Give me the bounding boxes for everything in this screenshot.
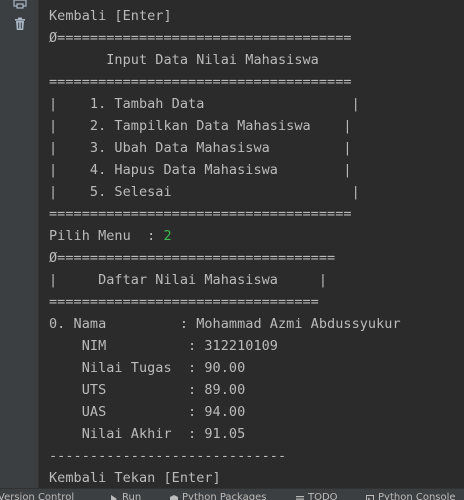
console-line: Nilai Tugas : 90.00 — [49, 357, 401, 379]
console-line: Kembali [Enter] — [49, 5, 401, 27]
console-line-text: Nilai Tugas : 90.00 — [49, 360, 246, 376]
console-line-text: ===================================== — [49, 74, 352, 90]
console-line: UAS : 94.00 — [49, 401, 401, 423]
tool-window-bar: Version Control Run Python Packages TODO… — [0, 488, 464, 500]
tab-label: TODO — [308, 492, 338, 500]
console-line-text: Nilai Akhir : 91.05 — [49, 426, 246, 442]
console-lines: Kembali [Enter] Ø========================… — [49, 5, 401, 489]
console-line-text: Input Data Nilai Mahasiswa — [49, 52, 319, 68]
console-line: | 1. Tambah Data | — [49, 93, 401, 115]
tab-todo[interactable]: TODO — [296, 490, 338, 500]
console-line-text: Kembali Tekan [Enter] — [49, 470, 221, 486]
console-line-text: Ø================================== — [49, 250, 336, 266]
console-line: | 2. Tampilkan Data Mahasiswa | — [49, 115, 401, 137]
console-line: ----------------------------- — [49, 445, 401, 467]
todo-icon — [296, 493, 304, 500]
console-line-text: Kembali [Enter] — [49, 8, 172, 24]
console-line: 0. Nama : Mohammad Azmi Abdussyukur — [49, 313, 401, 335]
console-line-text: ===================================== — [49, 206, 352, 222]
console-line: | 4. Hapus Data Mahasiswa | — [49, 159, 401, 181]
console-line-text: Ø==================================== — [49, 30, 352, 46]
tab-label: Python Packages — [182, 492, 267, 500]
console-line-text: ----------------------------- — [49, 448, 287, 464]
console-line-text: | 2. Tampilkan Data Mahasiswa | — [49, 118, 352, 134]
console-line-text: 0. Nama : Mohammad Azmi Abdussyukur — [49, 316, 401, 332]
run-console-output[interactable]: Kembali [Enter] Ø========================… — [39, 0, 464, 489]
python-console-icon — [366, 493, 374, 500]
console-line: | 3. Ubah Data Mahasiswa | — [49, 137, 401, 159]
tab-label: Run — [122, 492, 142, 500]
console-line: Ø================================== — [49, 247, 401, 269]
console-line-text: ================================= — [49, 294, 319, 310]
console-line: Input Data Nilai Mahasiswa — [49, 49, 401, 71]
console-line-text: | 5. Selesai | — [49, 184, 360, 200]
console-line-text: | 1. Tambah Data | — [49, 96, 360, 112]
user-input-text: 2 — [163, 228, 172, 244]
console-line: ================================= — [49, 291, 401, 313]
tab-version-control[interactable]: Version Control — [0, 490, 74, 500]
console-line: | Daftar Nilai Mahasiswa | — [49, 269, 401, 291]
console-line-text: | Daftar Nilai Mahasiswa | — [49, 272, 328, 288]
console-line: | 5. Selesai | — [49, 181, 401, 203]
console-line-text: Pilih Menu : — [49, 228, 164, 244]
console-line: ===================================== — [49, 203, 401, 225]
console-line-text: | 3. Ubah Data Mahasiswa | — [49, 140, 352, 156]
console-line-text: UAS : 94.00 — [49, 404, 246, 420]
console-line-text: | 4. Hapus Data Mahasiswa | — [49, 162, 352, 178]
tab-run[interactable]: Run — [110, 490, 141, 500]
tab-python-console[interactable]: Python Console — [366, 490, 456, 500]
console-line: NIM : 312210109 — [49, 335, 401, 357]
console-line: Kembali Tekan [Enter] — [49, 467, 401, 489]
console-line: Pilih Menu : 2 — [49, 225, 401, 247]
console-line-text: NIM : 312210109 — [49, 338, 278, 354]
console-gutter — [0, 0, 39, 489]
print-icon[interactable] — [13, 0, 27, 9]
tab-label: Version Control — [0, 492, 75, 500]
console-line: ===================================== — [49, 71, 401, 93]
run-icon — [110, 493, 118, 500]
tab-python-packages[interactable]: Python Packages — [170, 490, 267, 500]
console-line: UTS : 89.00 — [49, 379, 401, 401]
console-line: Ø==================================== — [49, 27, 401, 49]
trash-icon[interactable] — [13, 16, 27, 30]
tab-label: Python Console — [378, 492, 456, 500]
console-line: Nilai Akhir : 91.05 — [49, 423, 401, 445]
console-line-text: UTS : 89.00 — [49, 382, 246, 398]
packages-icon — [170, 493, 178, 500]
